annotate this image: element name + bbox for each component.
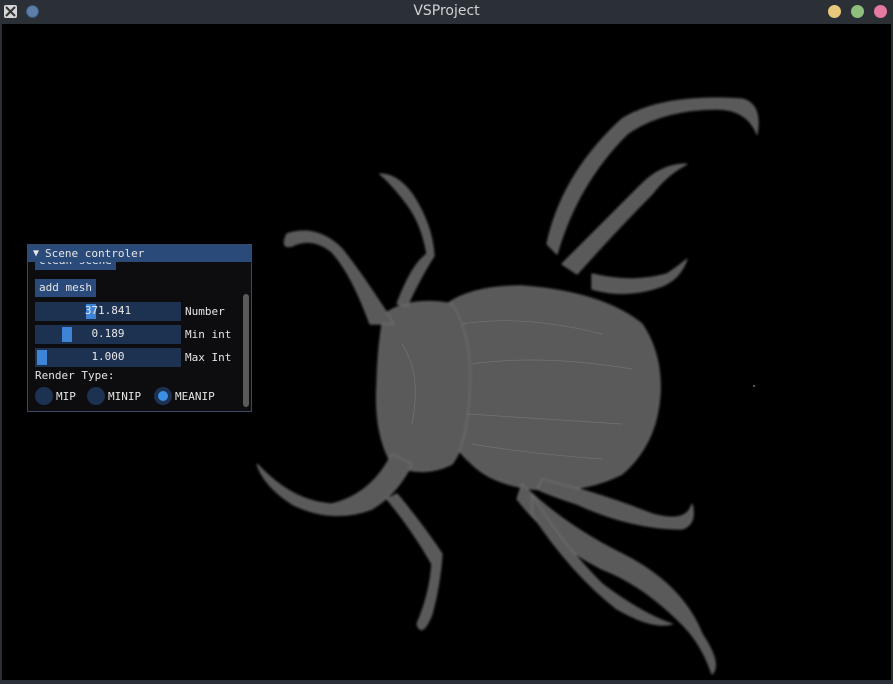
minimize-icon[interactable] (828, 5, 841, 18)
clean-scene-button[interactable]: clean scene (35, 262, 116, 270)
radio-meanip[interactable]: MEANIP (154, 387, 215, 405)
panel-header[interactable]: ▼ Scene controler (28, 245, 251, 262)
number-slider[interactable]: 371.841 (35, 302, 181, 321)
slider-label: Min int (185, 328, 232, 341)
min-int-slider[interactable]: 0.189 (35, 325, 181, 344)
slider-value: 371.841 (84, 304, 132, 317)
add-mesh-button[interactable]: add mesh (35, 279, 96, 297)
radio-minip[interactable]: MINIP (87, 387, 141, 405)
scrollbar-thumb[interactable] (243, 294, 249, 407)
slider-value: 0.189 (91, 327, 125, 340)
radio-selected-icon[interactable] (154, 387, 172, 405)
radio-label: MEANIP (175, 389, 215, 403)
maximize-icon[interactable] (851, 5, 864, 18)
collapse-triangle-icon[interactable]: ▼ (33, 248, 39, 259)
window-title: VSProject (413, 3, 480, 19)
window-bottom-border (0, 680, 893, 684)
max-int-slider[interactable]: 1.000 (35, 348, 181, 367)
radio-mip[interactable]: MIP (35, 387, 76, 405)
close-icon[interactable] (874, 5, 887, 18)
radio-label: MINIP (108, 389, 142, 403)
title-bar[interactable]: VSProject (0, 0, 893, 24)
panel-scrollbar[interactable] (243, 294, 249, 407)
panel-title: Scene controler (45, 247, 145, 260)
slider-label: Max Int (185, 351, 232, 364)
scene-controller-panel[interactable]: ▼ Scene controler clean scene add mesh 3… (27, 244, 252, 412)
panel-body: clean scene add mesh 371.841 Number 0.18… (28, 262, 251, 412)
render-type-label: Render Type: (35, 369, 115, 382)
radio-label: MIP (56, 389, 76, 403)
radio-circle-icon[interactable] (87, 387, 105, 405)
slider-label: Number (185, 305, 225, 318)
slider-value: 1.000 (91, 350, 125, 363)
radio-circle-icon[interactable] (35, 387, 53, 405)
